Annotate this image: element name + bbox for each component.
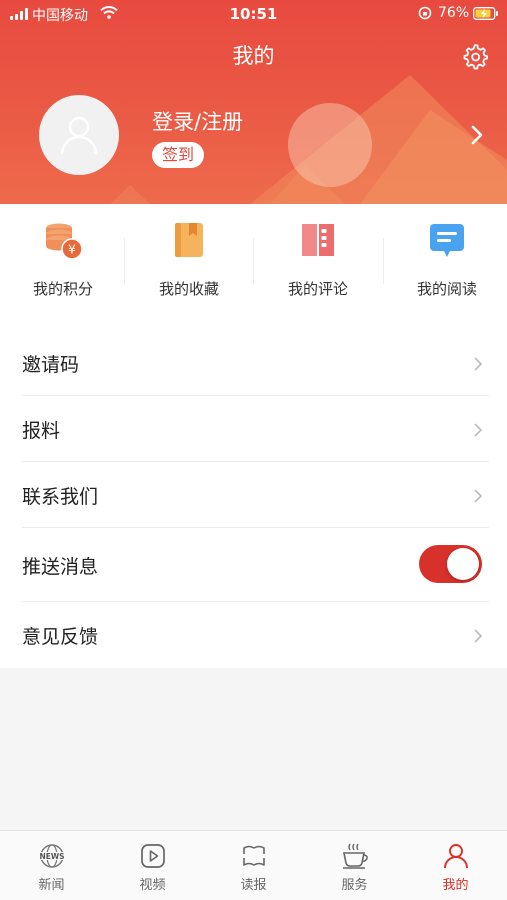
quick-link-comments[interactable]: 我的评论 (255, 204, 381, 330)
chevron-right-icon (474, 629, 483, 643)
chevron-right-icon (474, 489, 483, 503)
quick-link-label: 我的阅读 (416, 280, 477, 298)
settings-menu: 邀请码 报料 联系我们 推送消息 意见反馈 (0, 330, 507, 668)
battery-percent: 76% (438, 5, 470, 21)
svg-text:NEWS: NEWS (39, 852, 64, 861)
tab-video[interactable]: 视频 (102, 831, 203, 900)
menu-item-invite-code[interactable]: 邀请码 (0, 330, 507, 396)
toggle-knob (447, 548, 479, 580)
tab-label: 我的 (442, 878, 469, 893)
login-register-link[interactable]: 登录/注册 (152, 106, 243, 136)
bottom-tab-bar: NEWS 新闻 视频 读报 服务 我的 (0, 830, 507, 900)
message-icon (430, 224, 464, 257)
chevron-right-icon[interactable] (470, 124, 484, 146)
tab-label: 服务 (341, 878, 368, 893)
quick-link-favorites[interactable]: 我的收藏 (126, 204, 252, 330)
coffee-icon (343, 843, 368, 869)
settings-gear-icon[interactable] (461, 42, 489, 70)
rotation-lock-icon (418, 6, 432, 20)
divider (253, 238, 254, 284)
quick-link-label: 我的评论 (287, 280, 348, 298)
divider (124, 238, 125, 284)
profile-header: 中国移动 10:51 76% 我的 登录/注册 签到 (0, 0, 507, 204)
chevron-right-icon (474, 423, 483, 437)
menu-item-label: 报料 (22, 420, 61, 442)
coins-icon: ¥ (46, 223, 83, 260)
bookmark-icon (175, 223, 203, 257)
page-title: 我的 (232, 44, 275, 68)
menu-item-label: 意见反馈 (22, 626, 99, 648)
default-avatar-icon (60, 116, 98, 155)
globe-news-icon: NEWS (39, 844, 65, 868)
battery-charging-icon (473, 7, 498, 20)
push-notifications-toggle[interactable] (419, 545, 482, 583)
quick-link-reading[interactable]: 我的阅读 (384, 204, 507, 330)
menu-item-label: 推送消息 (22, 556, 99, 578)
quick-link-points[interactable]: ¥ 我的积分 (0, 204, 126, 330)
chevron-right-icon (474, 357, 483, 371)
status-bar: 中国移动 10:51 76% (0, 0, 507, 28)
menu-item-label: 邀请码 (22, 354, 80, 376)
quick-link-label: 我的积分 (32, 280, 93, 298)
quick-link-label: 我的收藏 (158, 280, 219, 298)
user-icon (444, 844, 468, 869)
tab-newspaper[interactable]: 读报 (203, 831, 304, 900)
checkin-button[interactable]: 签到 (152, 142, 205, 168)
tab-label: 新闻 (38, 878, 65, 893)
svg-text:¥: ¥ (68, 243, 76, 257)
video-play-icon (141, 844, 165, 868)
tab-news[interactable]: NEWS 新闻 (1, 831, 102, 900)
menu-item-push-notifications: 推送消息 (0, 528, 507, 602)
menu-item-label: 联系我们 (22, 486, 99, 508)
tab-services[interactable]: 服务 (304, 831, 405, 900)
tab-me[interactable]: 我的 (405, 831, 506, 900)
comment-book-icon (302, 224, 334, 256)
menu-item-contact-us[interactable]: 联系我们 (0, 462, 507, 528)
tab-label: 视频 (139, 878, 166, 893)
menu-item-news-tip[interactable]: 报料 (0, 396, 507, 462)
menu-item-feedback[interactable]: 意见反馈 (0, 602, 507, 668)
tab-label: 读报 (240, 878, 267, 893)
avatar[interactable] (39, 95, 119, 175)
newspaper-icon (241, 845, 267, 866)
quick-links-grid: ¥ 我的积分 我的收藏 我的评论 我的阅读 (0, 204, 507, 330)
